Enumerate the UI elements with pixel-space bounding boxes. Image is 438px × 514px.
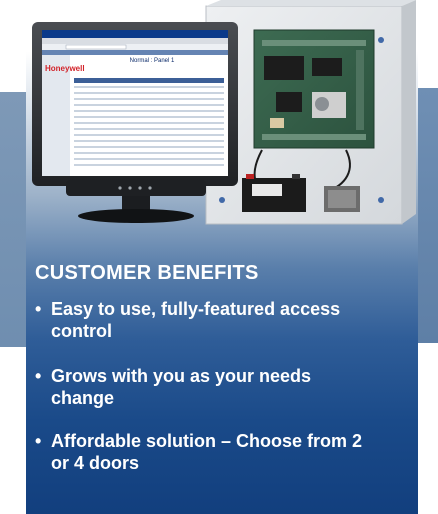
bullet: •: [35, 299, 42, 319]
backup-battery: [242, 174, 306, 212]
bullet: •: [35, 431, 42, 451]
product-photo: Honeywell Normal : Panel 1: [32, 0, 416, 225]
product-panel: Honeywell Normal : Panel 1 CUSTOMER BENE…: [26, 0, 418, 514]
benefit-text: Affordable solution – Choose from 2 or 4…: [51, 431, 363, 473]
benefit-text: Grows with you as your needs change: [51, 366, 312, 408]
benefit-item: • Easy to use, fully-featured access con…: [35, 298, 375, 342]
power-transformer: [324, 186, 360, 212]
benefit-item: • Affordable solution – Choose from 2 or…: [35, 430, 375, 474]
bullet: •: [35, 366, 42, 386]
right-gradient-band: [418, 88, 438, 343]
benefit-item: • Grows with you as your needs change: [35, 365, 375, 409]
customer-benefits: CUSTOMER BENEFITS • Easy to use, fully-f…: [26, 252, 418, 514]
left-gradient-band: [0, 92, 26, 347]
monitor-screen-title: Normal : Panel 1: [130, 58, 175, 64]
benefit-text: Easy to use, fully-featured access contr…: [51, 299, 341, 341]
controller-board: [253, 29, 375, 149]
benefits-heading: CUSTOMER BENEFITS: [35, 262, 259, 284]
monitor-logo: Honeywell: [45, 64, 85, 73]
